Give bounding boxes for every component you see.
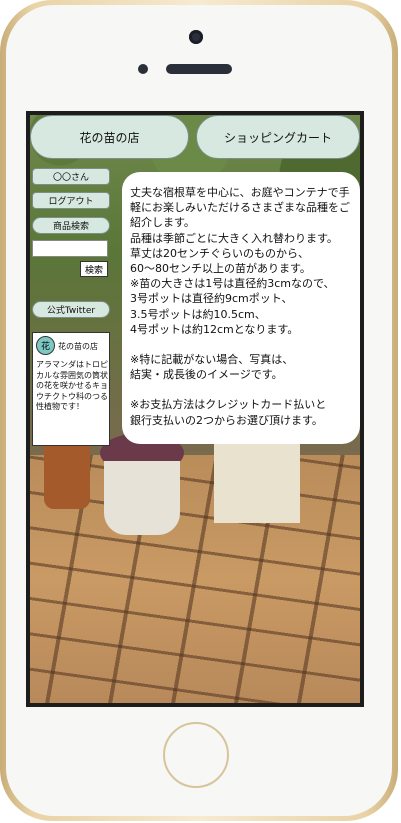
info-paragraph-payment: ※お支払方法はクレジットカード払いと 銀行支払いの2つからお選び頂けます。 — [130, 398, 327, 427]
shop-card: 花 花の苗の店 アラマンダはトロピカルな雰囲気の筒状の花を咲かせるキョウチクトウ… — [32, 332, 110, 446]
speaker-grille — [166, 64, 232, 74]
front-camera-icon — [189, 30, 203, 44]
tab-shopping-cart[interactable]: ショッピングカート — [196, 115, 360, 159]
app-screen: 花の苗の店 ショッピングカート 〇〇さん ログアウト 商品検索 検索 公式Twi… — [30, 115, 360, 703]
shop-logo-icon: 花 — [36, 336, 55, 355]
info-paragraph-photos: ※特に記載がない場合、写真は、 結実・成長後のイメージです。 — [130, 353, 294, 382]
info-paragraph-products: 丈夫な宿根草を中心に、お庭やコンテナで手軽にお楽しみいただけるさまざまな品種をご… — [130, 186, 350, 336]
product-search-label: 商品検索 — [32, 217, 110, 234]
sensor-icon — [138, 64, 148, 74]
user-button[interactable]: 〇〇さん — [32, 168, 110, 185]
search-input[interactable] — [32, 240, 108, 257]
tab-home[interactable]: 花の苗の店 — [30, 115, 189, 159]
shop-name: 花の苗の店 — [58, 342, 98, 351]
logout-button[interactable]: ログアウト — [32, 192, 110, 209]
shop-description: アラマンダはトロピカルな雰囲気の筒状の花を咲かせるキョウチクトウ科のつる性植物で… — [36, 360, 108, 411]
home-button[interactable] — [163, 722, 229, 788]
info-panel: 丈夫な宿根草を中心に、お庭やコンテナで手軽にお楽しみいただけるさまざまな品種をご… — [122, 172, 360, 444]
background-white-pot — [104, 461, 180, 535]
search-button[interactable]: 検索 — [80, 261, 108, 277]
background-terracotta-pot — [44, 445, 90, 509]
background-stone-planter — [214, 443, 300, 523]
twitter-link[interactable]: 公式Twitter — [32, 301, 110, 318]
